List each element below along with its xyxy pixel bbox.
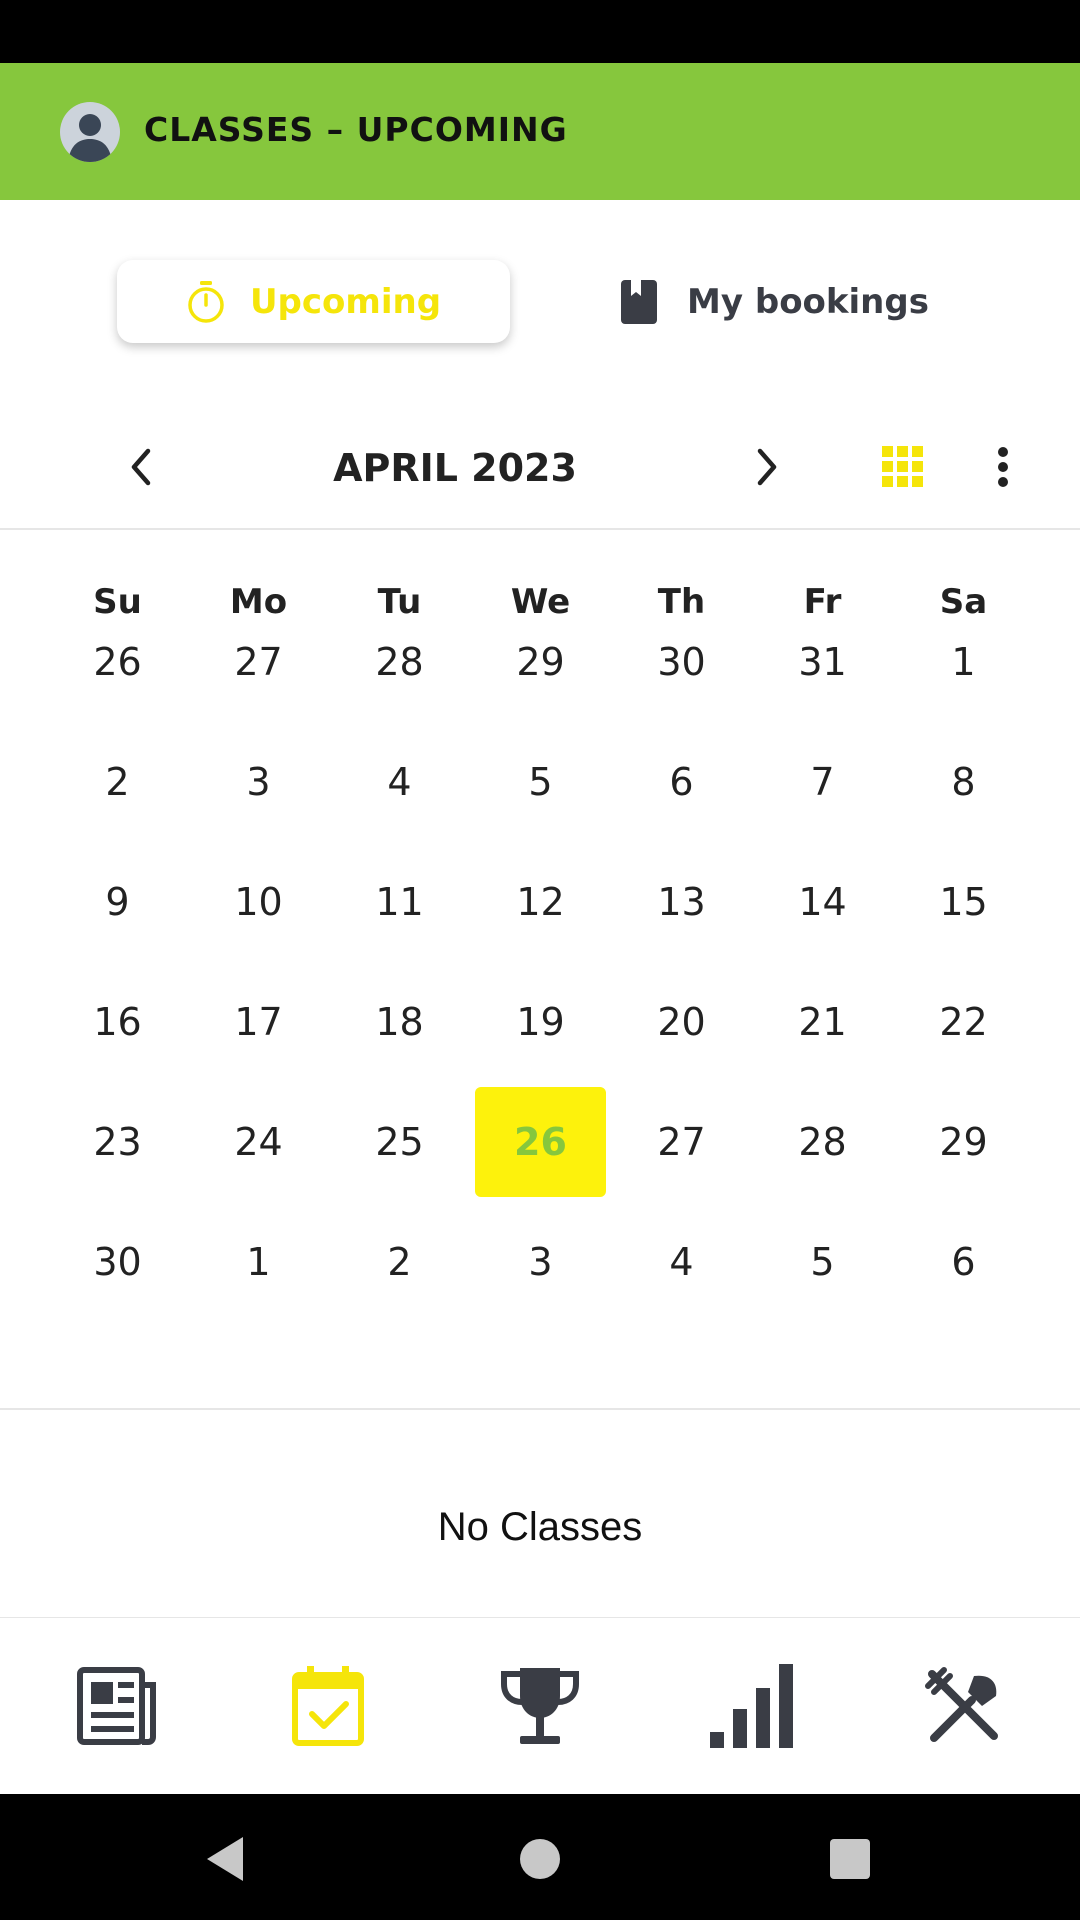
avatar[interactable] [60, 102, 120, 162]
calendar-day[interactable]: 11 [334, 847, 465, 957]
system-home-button[interactable] [505, 1824, 575, 1894]
calendar-day[interactable]: 12 [475, 847, 606, 957]
calendar-day[interactable]: 28 [334, 607, 465, 717]
grid-view-button[interactable] [866, 430, 940, 504]
utensils-icon [925, 1667, 998, 1742]
calendar-check-icon [292, 1666, 364, 1746]
newspaper-icon [77, 1667, 156, 1745]
calendar-day[interactable]: 3 [193, 727, 324, 837]
calendar-day[interactable]: 29 [475, 607, 606, 717]
month-title: APRIL 2023 [333, 446, 577, 490]
calendar-day[interactable]: 15 [898, 847, 1029, 957]
calendar-day[interactable]: 27 [616, 1087, 747, 1197]
calendar-day[interactable]: 20 [616, 967, 747, 1077]
grid-icon [882, 446, 923, 487]
user-silhouette-icon [68, 114, 112, 162]
divider [0, 1408, 1080, 1410]
calendar-day[interactable]: 2 [52, 727, 183, 837]
calendar-day[interactable]: 7 [757, 727, 888, 837]
calendar-day[interactable]: 24 [193, 1087, 324, 1197]
nav-challenges[interactable] [440, 1618, 640, 1794]
tab-my-bookings[interactable]: My bookings [610, 260, 940, 343]
tab-upcoming[interactable]: Upcoming [117, 260, 510, 343]
nav-news[interactable] [17, 1618, 217, 1794]
more-options-button[interactable] [966, 430, 1040, 504]
calendar-day[interactable]: 19 [475, 967, 606, 1077]
calendar-day[interactable]: 30 [52, 1207, 183, 1317]
calendar-day[interactable]: 13 [616, 847, 747, 957]
calendar-day[interactable]: 28 [757, 1087, 888, 1197]
tab-upcoming-label: Upcoming [249, 281, 442, 322]
calendar-day[interactable]: 26 [52, 607, 183, 717]
calendar-day[interactable]: 18 [334, 967, 465, 1077]
more-vertical-icon [998, 447, 1008, 487]
next-month-button[interactable] [730, 430, 804, 504]
chevron-left-icon [131, 448, 151, 486]
calendar-day[interactable]: 27 [193, 607, 324, 717]
calendar-day[interactable]: 30 [616, 607, 747, 717]
calendar-day[interactable]: 31 [757, 607, 888, 717]
calendar-day[interactable]: 1 [193, 1207, 324, 1317]
page-title: CLASSES – UPCOMING [144, 110, 568, 149]
bookmark-book-icon [621, 279, 658, 324]
calendar-day[interactable]: 14 [757, 847, 888, 957]
calendar-day[interactable]: 4 [616, 1207, 747, 1317]
calendar-day[interactable]: 10 [193, 847, 324, 957]
system-navigation-bar [0, 1794, 1080, 1920]
calendar-day[interactable]: 1 [898, 607, 1029, 717]
empty-state-message: No Classes [437, 1505, 643, 1549]
calendar-day[interactable]: 16 [52, 967, 183, 1077]
calendar-day[interactable]: 29 [898, 1087, 1029, 1197]
calendar-day[interactable]: 8 [898, 727, 1029, 837]
chevron-right-icon [757, 448, 777, 486]
calendar-day-selected[interactable]: 26 [475, 1087, 606, 1197]
divider [0, 528, 1080, 530]
system-back-button[interactable] [190, 1824, 260, 1894]
calendar-day[interactable]: 21 [757, 967, 888, 1077]
calendar-day[interactable]: 5 [475, 727, 606, 837]
bar-chart-icon [710, 1664, 793, 1748]
nav-classes[interactable] [228, 1618, 428, 1794]
trophy-icon [501, 1668, 579, 1744]
bottom-navigation [0, 1618, 1080, 1794]
status-bar [0, 0, 1080, 63]
calendar-day[interactable]: 2 [334, 1207, 465, 1317]
tab-my-bookings-label: My bookings [687, 281, 929, 322]
stopwatch-icon [188, 280, 224, 323]
calendar-day[interactable]: 9 [52, 847, 183, 957]
nav-stats[interactable] [652, 1618, 852, 1794]
calendar-day[interactable]: 5 [757, 1207, 888, 1317]
home-circle-icon [520, 1839, 560, 1879]
back-triangle-icon [207, 1837, 243, 1881]
recents-square-icon [830, 1839, 870, 1879]
month-navigation: APRIL 2023 [0, 430, 1080, 504]
system-recents-button[interactable] [815, 1824, 885, 1894]
calendar-day[interactable]: 17 [193, 967, 324, 1077]
calendar-day[interactable]: 4 [334, 727, 465, 837]
calendar-day[interactable]: 6 [898, 1207, 1029, 1317]
calendar-day[interactable]: 3 [475, 1207, 606, 1317]
calendar-day[interactable]: 23 [52, 1087, 183, 1197]
calendar-day[interactable]: 25 [334, 1087, 465, 1197]
nav-nutrition[interactable] [864, 1618, 1064, 1794]
calendar-day[interactable]: 22 [898, 967, 1029, 1077]
calendar-day[interactable]: 6 [616, 727, 747, 837]
previous-month-button[interactable] [104, 430, 178, 504]
